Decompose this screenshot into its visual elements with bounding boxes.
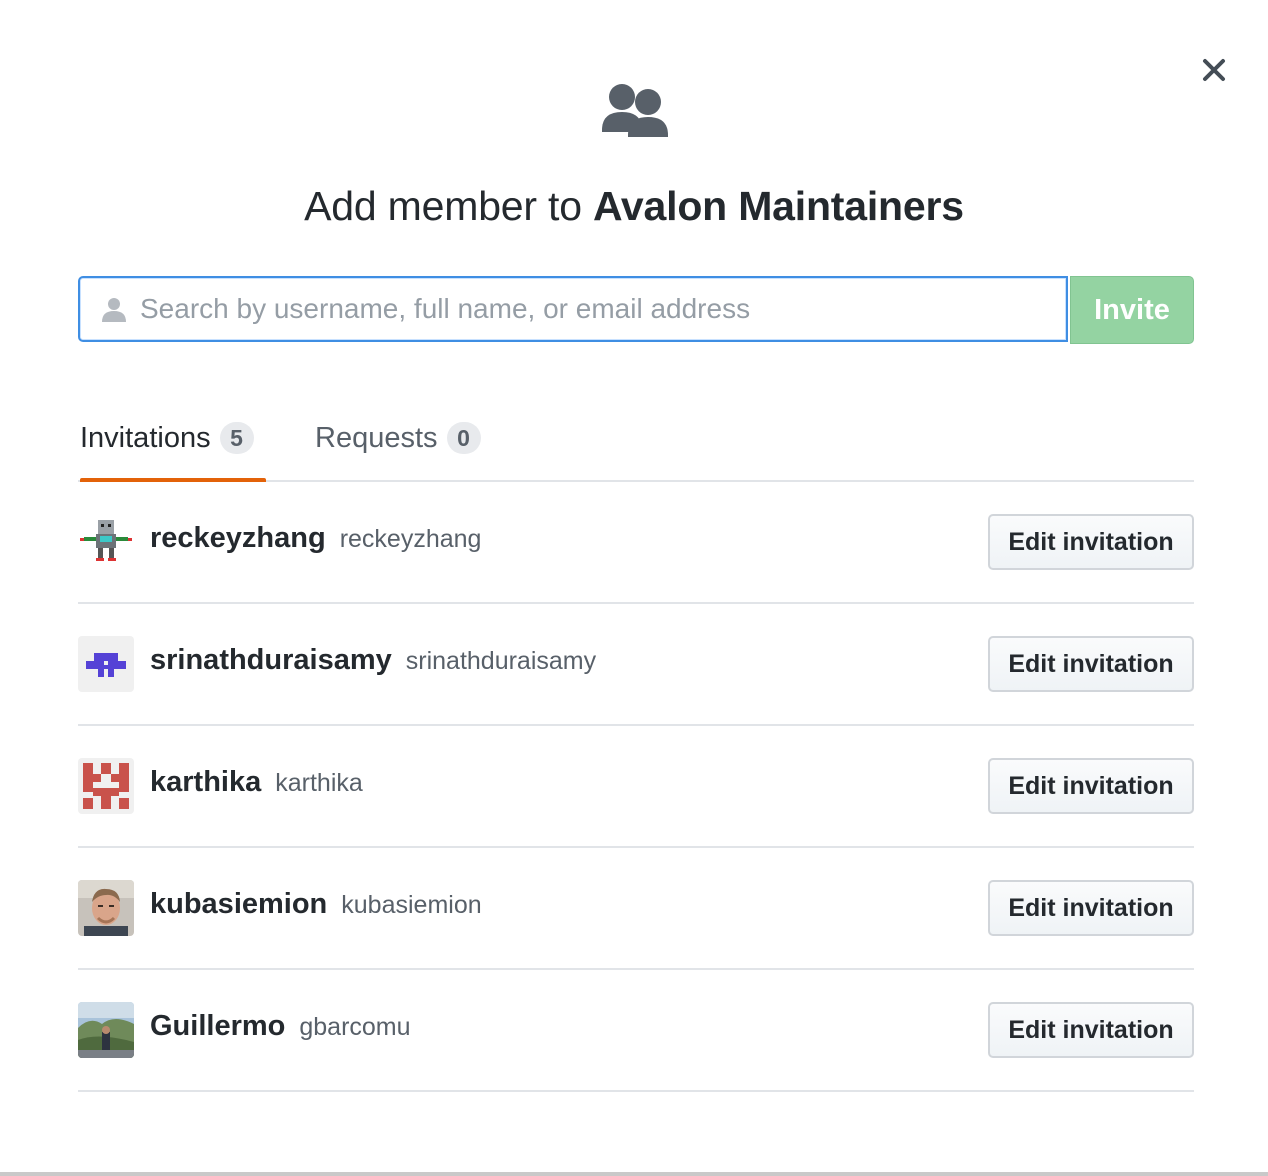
window-bottom-border xyxy=(0,1172,1268,1176)
people-icon xyxy=(600,80,672,140)
member-login: srinathduraisamy xyxy=(405,647,597,675)
invite-button[interactable]: Invite xyxy=(1070,276,1194,344)
tab-label: Requests xyxy=(315,421,438,454)
list-item: srinathduraisamy srinathduraisamy Edit in… xyxy=(78,604,1194,726)
list-item: Guillermo gbarcomu Edit invitation xyxy=(78,970,1194,1092)
team-name: Avalon Maintainers xyxy=(593,183,964,229)
member-name[interactable]: karthika xyxy=(150,766,261,798)
member-name[interactable]: kubasiemion xyxy=(150,888,327,920)
list-item: reckeyzhang reckeyzhang Edit invitation xyxy=(78,482,1194,604)
tab-counter: 0 xyxy=(446,422,481,454)
person-icon xyxy=(102,298,126,322)
list-item: kubasiemion kubasiemion Edit invitation xyxy=(78,848,1194,970)
close-icon xyxy=(1203,59,1225,81)
dialog-title: Add member to Avalon Maintainers xyxy=(0,178,1268,234)
member-name[interactable]: Guillermo xyxy=(150,1010,285,1042)
member-name[interactable]: reckeyzhang xyxy=(150,522,326,554)
edit-invitation-button[interactable]: Edit invitation xyxy=(988,1002,1194,1058)
avatar xyxy=(78,1002,134,1058)
search-input[interactable] xyxy=(140,278,1040,340)
avatar xyxy=(78,514,134,570)
tab-counter: 5 xyxy=(219,422,254,454)
avatar xyxy=(78,880,134,936)
avatar xyxy=(78,636,134,692)
member-name[interactable]: srinathduraisamy xyxy=(150,644,392,676)
tab-requests[interactable]: Requests 0 xyxy=(315,396,481,480)
add-member-dialog: Add member to Avalon Maintainers Invite … xyxy=(0,0,1268,1176)
title-prefix: Add member to xyxy=(304,183,582,229)
edit-invitation-button[interactable]: Edit invitation xyxy=(988,514,1194,570)
edit-invitation-button[interactable]: Edit invitation xyxy=(988,636,1194,692)
list-item: karthika karthika Edit invitation xyxy=(78,726,1194,848)
tab-nav: Invitations 5 Requests 0 xyxy=(78,396,1194,482)
edit-invitation-button[interactable]: Edit invitation xyxy=(988,880,1194,936)
member-login: kubasiemion xyxy=(341,891,482,919)
tab-label: Invitations xyxy=(80,421,211,454)
close-button[interactable] xyxy=(1193,50,1235,90)
member-login: reckeyzhang xyxy=(339,525,482,553)
search-field[interactable] xyxy=(78,276,1068,342)
member-login: gbarcomu xyxy=(299,1013,411,1041)
avatar xyxy=(78,758,134,814)
edit-invitation-button[interactable]: Edit invitation xyxy=(988,758,1194,814)
tab-invitations[interactable]: Invitations 5 xyxy=(80,396,266,482)
member-login: karthika xyxy=(275,769,363,797)
invitation-list: reckeyzhang reckeyzhang Edit invitation s… xyxy=(78,482,1194,1092)
